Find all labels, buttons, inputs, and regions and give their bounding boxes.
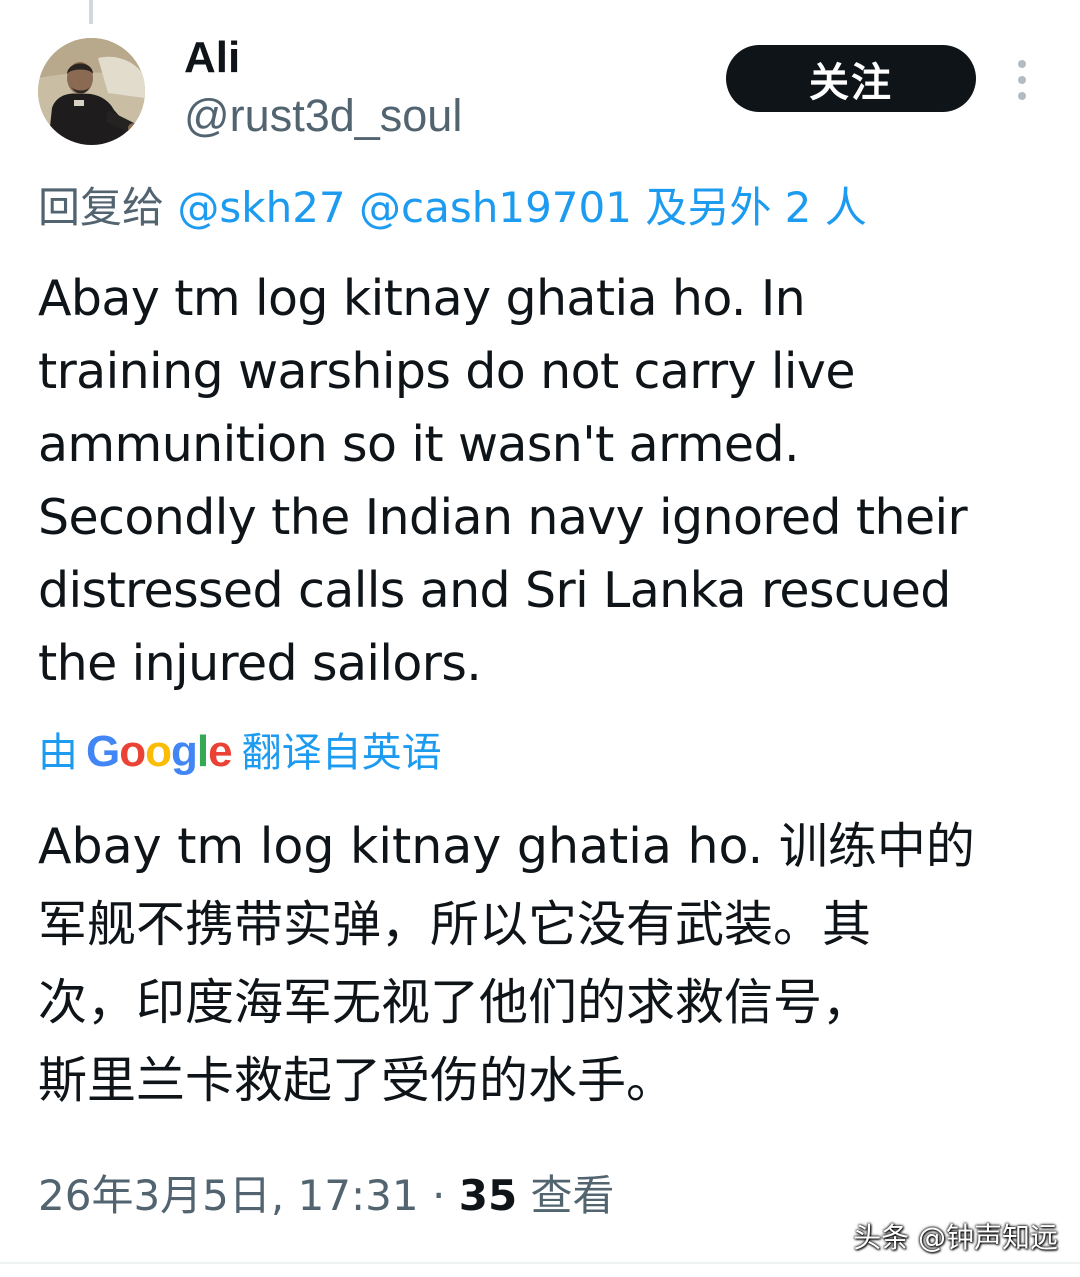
tweet-timestamp[interactable]: 26年3月5日, 17:31 (38, 1171, 419, 1220)
follow-button[interactable]: 关注 (726, 45, 976, 112)
author-handle[interactable]: @rust3d_soul (184, 88, 462, 144)
translation-attribution[interactable]: 由 Google 翻译自英语 (38, 724, 442, 781)
avatar[interactable] (38, 38, 145, 145)
google-logo: Google (86, 727, 233, 776)
reply-others-link[interactable]: 及另外 2 人 (645, 183, 866, 232)
tweet-meta: 26年3月5日, 17:31 · 35 查看 (38, 1166, 615, 1226)
avatar-photo (38, 38, 145, 145)
watermark: 头条 @钟声知远 (853, 1221, 1058, 1254)
view-label: 查看 (530, 1171, 615, 1220)
meta-separator: · (432, 1171, 446, 1220)
thread-connector-line (89, 0, 93, 24)
translation-by-label: 由 (38, 730, 78, 776)
reply-mention-cash19701[interactable]: @cash19701 (359, 183, 632, 232)
author-display-name[interactable]: Ali (184, 30, 240, 86)
reply-mention-skh27[interactable]: @skh27 (177, 183, 345, 232)
reply-context: 回复给 @skh27 @cash19701 及另外 2 人 (38, 180, 867, 236)
translation-source-label: 翻译自英语 (241, 730, 442, 776)
tweet-text: Abay tm log kitnay ghatia ho. In trainin… (38, 270, 968, 692)
translated-tweet-text: Abay tm log kitnay ghatia ho. 训练中的 军舰不携带… (38, 818, 975, 1109)
reply-prefix: 回复给 (38, 183, 165, 232)
more-vertical-icon[interactable] (1010, 60, 1034, 100)
divider (0, 1262, 1080, 1264)
view-count[interactable]: 35 (459, 1171, 517, 1220)
